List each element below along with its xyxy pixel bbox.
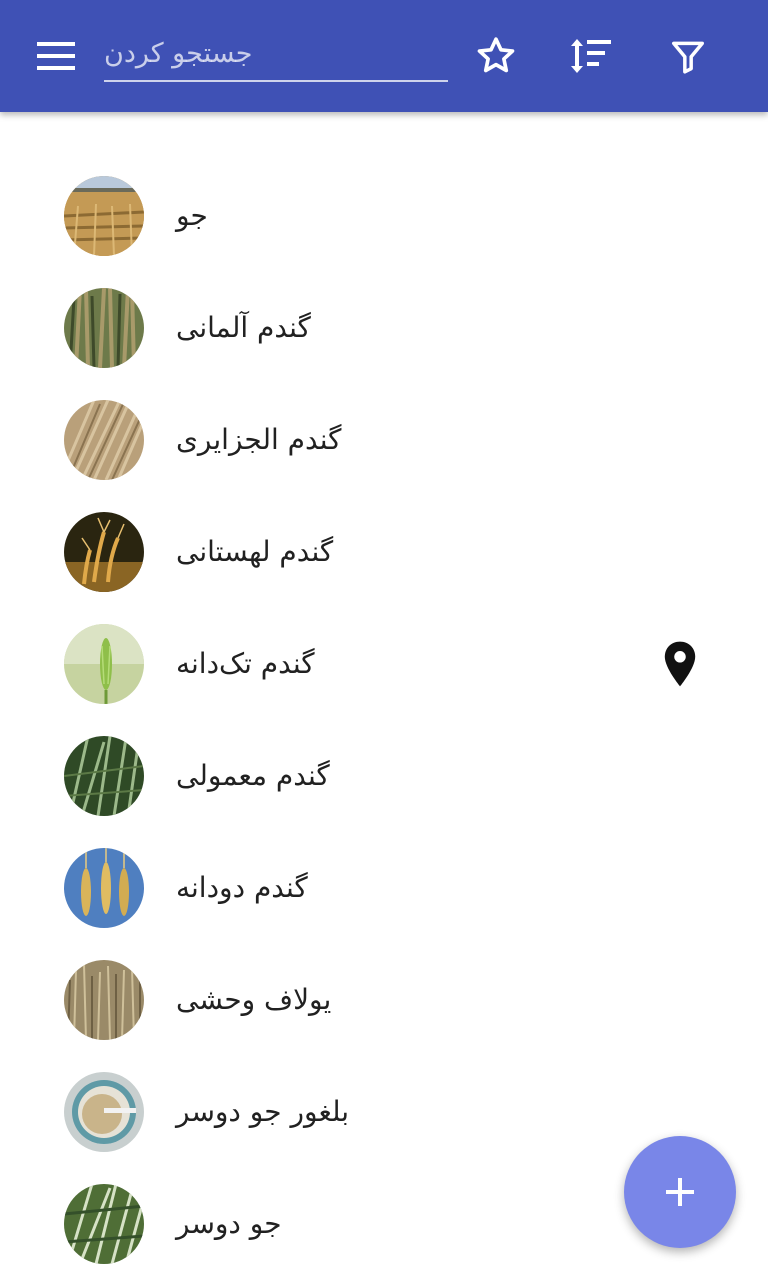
menu-button[interactable] [28, 28, 84, 84]
item-label: گندم آلمانی [176, 311, 311, 344]
list-item[interactable]: گندم دودانه [0, 832, 768, 944]
filter-icon [672, 41, 704, 74]
filter-button[interactable] [660, 28, 716, 84]
list-item[interactable]: گندم الجزایری [0, 384, 768, 496]
list-item[interactable]: گندم لهستانی [0, 496, 768, 608]
thumbnail-image [64, 288, 144, 368]
search-input[interactable] [104, 26, 448, 80]
thumbnail-image [64, 1184, 144, 1264]
item-label: جو دوسر [176, 1207, 282, 1240]
item-label: گندم لهستانی [176, 535, 334, 568]
add-button[interactable] [624, 1136, 736, 1248]
favorites-button[interactable] [468, 28, 524, 84]
list-item[interactable]: یولاف وحشی [0, 944, 768, 1056]
menu-icon [37, 42, 75, 70]
thumbnail-image [64, 512, 144, 592]
star-outline-icon [477, 37, 515, 73]
thumbnail-image [64, 960, 144, 1040]
item-label: بلغور جو دوسر [176, 1095, 350, 1128]
app-bar [0, 0, 768, 112]
sort-button[interactable] [563, 28, 619, 84]
thumbnail-image [64, 1072, 144, 1152]
item-label: گندم الجزایری [176, 423, 342, 456]
location-pin-icon[interactable] [660, 640, 700, 688]
list-item[interactable]: گندم معمولی [0, 720, 768, 832]
thumbnail-image [64, 176, 144, 256]
search-field[interactable] [104, 26, 448, 82]
thumbnail-image [64, 848, 144, 928]
item-label: گندم معمولی [176, 759, 330, 792]
item-label: گندم دودانه [176, 871, 308, 904]
thumbnail-image [64, 736, 144, 816]
list-item[interactable]: جو [0, 160, 768, 272]
thumbnail-image [64, 400, 144, 480]
list-item[interactable]: گندم آلمانی [0, 272, 768, 384]
list-item[interactable]: گندم تک‌دانه [0, 608, 768, 720]
sort-icon [571, 39, 611, 73]
item-label: گندم تک‌دانه [176, 647, 315, 680]
plant-list: جو گندم آلمانی گندم الجزایری گندم لهستان… [0, 160, 768, 1280]
item-label: جو [176, 199, 208, 232]
item-label: یولاف وحشی [176, 983, 332, 1016]
thumbnail-image [64, 624, 144, 704]
plus-icon [666, 1178, 694, 1206]
